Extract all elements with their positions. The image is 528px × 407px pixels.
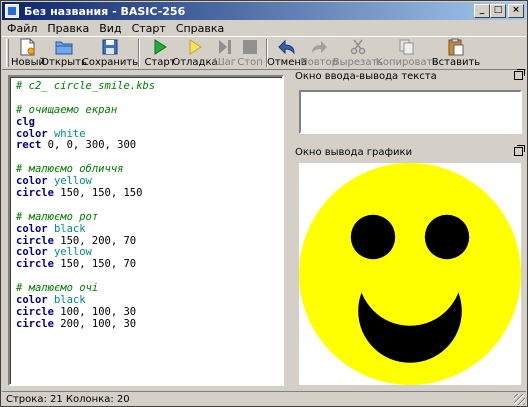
- panel-splitter[interactable]: [289, 71, 292, 391]
- toolbar: Новый Открыть Сохранить Старт Отладка Ша…: [2, 36, 526, 70]
- graphics-panel-float-icon[interactable]: [514, 145, 525, 156]
- code-keyword: color: [16, 127, 48, 140]
- step-icon: [216, 38, 234, 56]
- code-line: rect 0, 0, 300, 300: [16, 140, 155, 152]
- toolbar-grip[interactable]: [6, 39, 9, 67]
- drawn-circle: [350, 214, 396, 260]
- resize-grip-icon[interactable]: [514, 394, 525, 405]
- graphics-canvas: [299, 163, 521, 385]
- drawn-circle: [424, 214, 470, 260]
- code-keyword: circle: [16, 317, 54, 330]
- menu-edit[interactable]: Правка: [42, 22, 94, 35]
- save-disk-icon: [101, 38, 119, 56]
- debug-button[interactable]: Отладка: [172, 37, 218, 69]
- code-keyword: circle: [16, 305, 54, 318]
- save-button[interactable]: Сохранить: [82, 37, 138, 69]
- toolbar-separator: [138, 39, 140, 67]
- code-keyword: rect: [16, 139, 42, 152]
- code-argument: 0, 0, 300, 300: [47, 139, 137, 152]
- new-file-icon: [19, 38, 37, 56]
- code-line: circle 150, 150, 150: [16, 187, 155, 200]
- graphics-output-area: [295, 161, 525, 387]
- menu-help[interactable]: Справка: [171, 22, 229, 35]
- code-comment: # c2_ circle_smile.kbs: [16, 80, 156, 92]
- program-code: # c2_ circle_smile.kbs # очищаемо екран c…: [16, 80, 156, 331]
- window-title: Без названия - BASIC-256: [24, 4, 186, 18]
- scissors-icon: [349, 38, 367, 56]
- undo-button[interactable]: Отмена: [267, 37, 307, 69]
- stop-button[interactable]: Стоп: [237, 37, 263, 69]
- code-keyword: circle: [16, 187, 54, 200]
- code-line: # c2_ circle_smile.kbs: [16, 80, 156, 93]
- code-keyword: circle: [16, 234, 54, 247]
- code-comment: # малюємо рот: [16, 210, 99, 223]
- paste-button[interactable]: Вставить: [432, 37, 480, 69]
- code-keyword: color: [16, 246, 48, 259]
- app-icon: [5, 4, 19, 18]
- code-argument: yellow: [53, 175, 92, 188]
- code-argument: black: [53, 222, 86, 235]
- menu-run[interactable]: Старт: [127, 22, 171, 35]
- copy-icon: [398, 38, 416, 56]
- open-button[interactable]: Открыть: [41, 37, 87, 69]
- cursor-position: Строка: 21 Колонка: 20: [6, 393, 130, 405]
- menu-file[interactable]: Файл: [2, 22, 42, 35]
- graphics-panel-header: Окно вывода графики: [295, 145, 525, 159]
- redo-arrow-icon: [310, 38, 328, 56]
- paste-clipboard-icon: [447, 38, 465, 56]
- code-line: # очищаемо екран: [16, 103, 155, 117]
- code-argument: 150, 200, 70: [60, 234, 137, 247]
- code-comment: # очищаемо екран: [16, 103, 118, 116]
- menu-view[interactable]: Вид: [94, 22, 126, 35]
- minimize-button[interactable]: _: [474, 4, 490, 18]
- code-argument: yellow: [53, 246, 92, 259]
- code-line: circle 200, 100, 30: [16, 317, 155, 331]
- debug-play-icon: [186, 38, 204, 56]
- text-panel-float-icon[interactable]: [514, 69, 525, 80]
- code-keyword: circle: [16, 258, 54, 271]
- code-line: circle 150, 150, 70: [16, 258, 155, 271]
- stop-icon: [241, 38, 259, 56]
- text-panel-title: Окно ввода-вывода текста: [295, 70, 437, 82]
- graphics-panel-title: Окно вывода графики: [295, 146, 413, 158]
- folder-open-icon: [55, 38, 73, 56]
- undo-arrow-icon: [278, 38, 296, 56]
- code-comment: # малюємо очі: [16, 282, 99, 295]
- code-argument: 100, 100, 30: [60, 305, 137, 318]
- maximize-button[interactable]: □: [490, 4, 506, 18]
- code-argument: 150, 150, 150: [60, 187, 143, 200]
- code-argument: 150, 150, 70: [60, 258, 137, 271]
- new-button[interactable]: Новый: [11, 37, 45, 69]
- menu-bar: Файл Правка Вид Старт Справка: [2, 20, 526, 36]
- code-keyword: color: [16, 175, 48, 188]
- play-icon: [151, 38, 169, 56]
- code-keyword: color: [16, 294, 48, 307]
- step-button[interactable]: Шаг: [213, 37, 237, 69]
- redo-button[interactable]: Повтор: [300, 37, 338, 69]
- status-bar: Строка: 21 Колонка: 20: [2, 391, 526, 406]
- cut-button[interactable]: Вырезать: [333, 37, 383, 69]
- code-comment: # малюємо обличчя: [16, 163, 124, 176]
- app-window: Без названия - BASIC-256 _ □ × Файл Прав…: [0, 0, 528, 407]
- copy-button[interactable]: Копировать: [376, 37, 438, 69]
- code-argument: white: [53, 127, 86, 140]
- code-keyword: clg: [16, 115, 35, 128]
- window-controls: _ □ ×: [474, 4, 524, 18]
- code-editor[interactable]: # c2_ circle_smile.kbs # очищаемо екран c…: [8, 75, 284, 386]
- text-output-area[interactable]: [299, 90, 522, 134]
- code-argument: 200, 100, 30: [60, 317, 137, 330]
- text-panel-header: Окно ввода-вывода текста: [295, 69, 525, 83]
- title-bar[interactable]: Без названия - BASIC-256 _ □ ×: [2, 2, 526, 20]
- code-argument: black: [53, 294, 86, 307]
- close-button[interactable]: ×: [508, 4, 524, 18]
- code-keyword: color: [16, 222, 48, 235]
